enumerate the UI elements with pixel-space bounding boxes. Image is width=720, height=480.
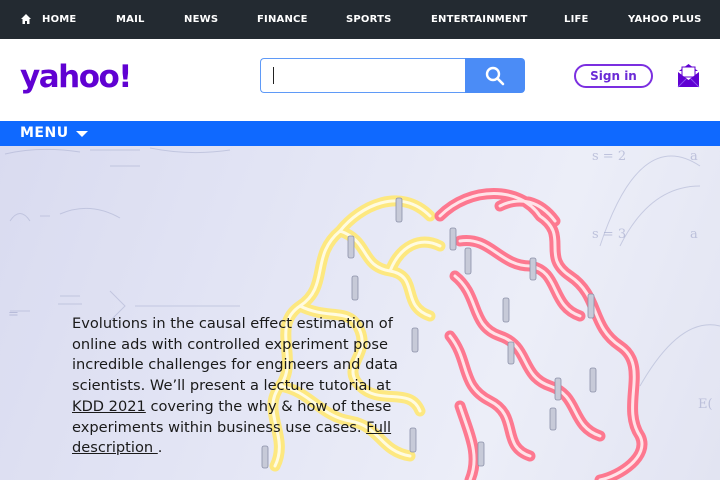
svg-text:a: a: [690, 227, 698, 242]
svg-text:=: =: [8, 307, 19, 322]
hero-description: Evolutions in the causal effect estimati…: [72, 314, 412, 459]
hero-banner: s = 2 s = 3 a a = E(Evolutions in the c…: [0, 146, 720, 480]
hero-text-intro: Evolutions in the causal effect estimati…: [72, 315, 398, 395]
menu-button[interactable]: MENU: [20, 121, 69, 146]
hero-text-end: .: [157, 439, 163, 457]
site-header: yahoo! Sign in: [0, 39, 720, 121]
nav-finance[interactable]: FINANCE: [257, 0, 308, 39]
nav-yahoo-plus[interactable]: YAHOO PLUS: [628, 0, 702, 39]
menu-bar: MENU: [0, 121, 720, 146]
top-navigation: HOME MAIL NEWS FINANCE SPORTS ENTERTAINM…: [0, 0, 720, 39]
nav-sports[interactable]: SPORTS: [346, 0, 392, 39]
text-caret: [273, 67, 274, 84]
svg-text:E(: E(: [698, 397, 713, 412]
chevron-down-icon[interactable]: [76, 131, 88, 137]
nav-life[interactable]: LIFE: [564, 0, 589, 39]
nav-news[interactable]: NEWS: [184, 0, 218, 39]
logo-text: yahoo!: [20, 59, 131, 95]
nav-home[interactable]: HOME: [42, 0, 76, 39]
search-icon: [485, 66, 505, 86]
home-icon[interactable]: [20, 13, 32, 25]
svg-text:a: a: [690, 149, 698, 164]
yahoo-logo[interactable]: yahoo!: [20, 55, 140, 101]
nav-entertainment[interactable]: ENTERTAINMENT: [431, 0, 528, 39]
svg-text:s = 2: s = 2: [592, 149, 626, 164]
sign-in-button[interactable]: Sign in: [574, 64, 653, 88]
search-button[interactable]: [465, 58, 525, 93]
mail-icon[interactable]: [676, 62, 701, 88]
search-input[interactable]: [260, 58, 465, 93]
svg-text:s = 3: s = 3: [592, 227, 626, 242]
kdd-2021-link[interactable]: KDD 2021: [72, 398, 146, 415]
nav-mail[interactable]: MAIL: [116, 0, 145, 39]
